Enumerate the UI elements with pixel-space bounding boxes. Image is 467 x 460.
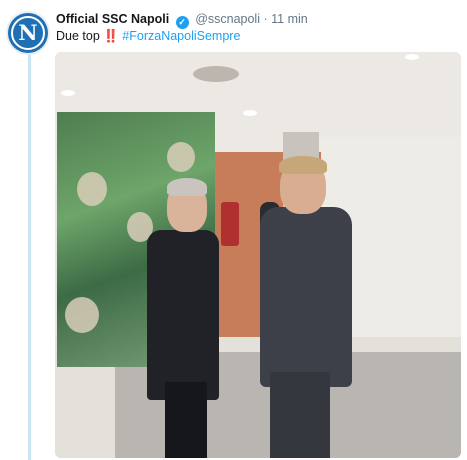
photo-person-left-hair [167,178,207,196]
photo-club-crest [221,202,239,246]
tweet-timestamp[interactable]: 11 min [271,12,308,26]
separator-dot: · [263,12,268,26]
photo-ceiling-light [243,110,257,116]
avatar-logo: N [18,20,38,45]
author-name[interactable]: Official SSC Napoli [56,12,169,26]
photo-person-left-legs [165,382,207,458]
tweet-text: Due top ‼️ #ForzaNapoliSempre [56,28,240,44]
photo-ceiling-light [61,90,75,96]
mural-face [167,142,195,172]
author-avatar[interactable]: N [8,13,48,53]
tweet-header: Official SSC Napoli ✓ @sscnapoli · 11 mi… [56,11,308,29]
tweet-photo[interactable] [55,52,461,458]
mural-face [65,297,99,333]
hashtag-link[interactable]: #ForzaNapoliSempre [122,29,240,43]
photo-person-left-body [147,230,219,400]
photo-ceiling-vent [193,66,239,82]
author-handle[interactable]: @sscnapoli [195,12,260,26]
photo-person-right-legs [270,372,330,458]
photo-person-right-body [260,207,352,387]
photo-person-right-hair [279,156,327,174]
tweet-body: Due top ‼️ [56,29,123,43]
mural-face [77,172,107,206]
photo-ceiling-light [405,54,419,60]
thread-line [28,50,31,460]
